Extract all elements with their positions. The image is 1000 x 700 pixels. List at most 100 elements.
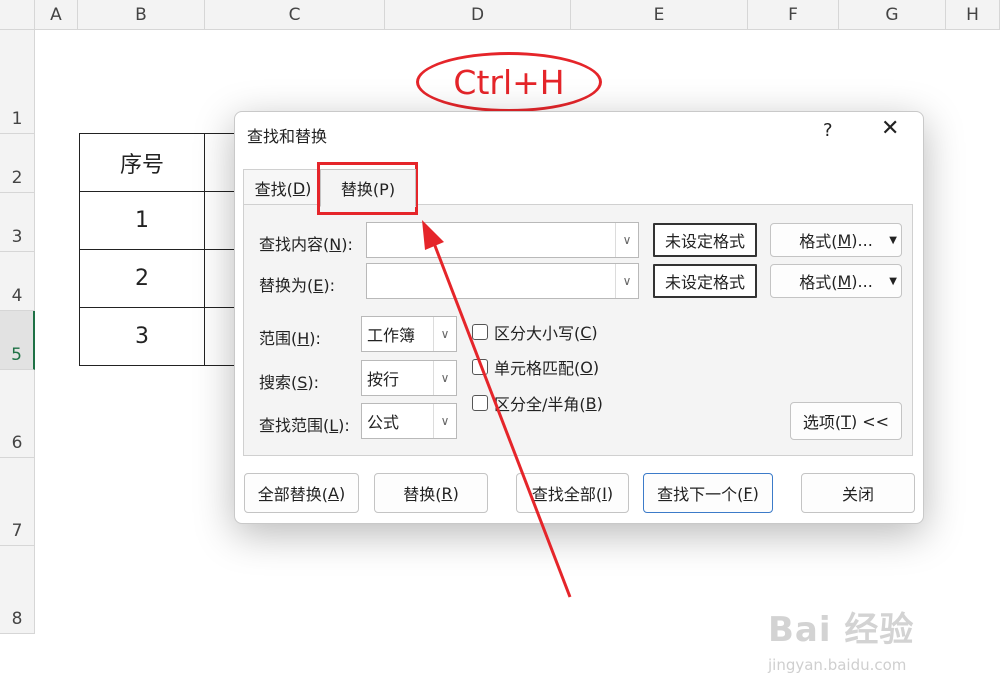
- find-all-end: ): [606, 483, 614, 503]
- match-width-key: B: [585, 393, 597, 413]
- match-cell-key: O: [580, 357, 593, 377]
- checkbox-box[interactable]: [472, 324, 488, 340]
- search-label-end: ):: [307, 373, 320, 392]
- row-header-8[interactable]: 8: [0, 546, 35, 634]
- match-width-checkbox[interactable]: 区分全/半角(B): [472, 391, 603, 415]
- match-case-key: C: [580, 322, 592, 342]
- replace-all-end: ): [338, 483, 346, 503]
- format-button-end: )...: [851, 230, 873, 250]
- tab-replace-label: 替换(P): [340, 180, 396, 199]
- search-key: S: [297, 373, 308, 392]
- format-button-end: )...: [851, 271, 873, 291]
- table-row: 1: [79, 191, 246, 250]
- options-button-key: T: [841, 411, 851, 431]
- find-next-end: ): [752, 483, 759, 503]
- match-width-end: ): [596, 393, 603, 413]
- row-header-4[interactable]: 4: [0, 252, 35, 311]
- tab-find-label: 查找(: [254, 180, 293, 199]
- format-button-key: M: [837, 230, 852, 250]
- search-value: 按行: [367, 370, 400, 389]
- close-button[interactable]: 关闭: [801, 473, 915, 513]
- find-what-key: N: [329, 235, 342, 254]
- chevron-down-icon[interactable]: ∨: [615, 264, 638, 298]
- find-next-key: F: [743, 483, 753, 503]
- chevron-down-icon[interactable]: ∨: [433, 404, 456, 438]
- tab-bar: 查找(D) 替换(P): [243, 169, 915, 207]
- replace-format-button[interactable]: 格式(M)... ▼: [770, 264, 902, 298]
- options-button-text: 选项(: [802, 413, 842, 432]
- row-header-3[interactable]: 3: [0, 193, 35, 252]
- replace-all-key: A: [328, 483, 339, 503]
- replace-end: ): [452, 483, 459, 503]
- column-header-e[interactable]: E: [571, 0, 748, 30]
- row-header-6[interactable]: 6: [0, 370, 35, 458]
- replace-with-label-text: 替换为(: [259, 276, 314, 295]
- find-what-input[interactable]: ∨: [366, 222, 639, 258]
- look-in-select[interactable]: 公式 ∨: [361, 403, 457, 439]
- replace-with-key: E: [313, 276, 324, 295]
- row-header-1[interactable]: 1: [0, 30, 35, 134]
- select-all-corner[interactable]: [0, 0, 35, 30]
- options-button[interactable]: 选项(T) <<: [790, 402, 902, 440]
- dropdown-triangle-icon: ▼: [889, 234, 897, 246]
- find-all-button[interactable]: 查找全部(I): [516, 473, 629, 513]
- replace-with-input[interactable]: ∨: [366, 263, 639, 299]
- find-next-text: 查找下一个(: [657, 485, 744, 504]
- tab-find[interactable]: 查找(D): [243, 169, 323, 206]
- match-cell-end: ): [592, 357, 600, 377]
- replace-button[interactable]: 替换(R): [374, 473, 488, 513]
- column-header-c[interactable]: C: [205, 0, 385, 30]
- column-header-g[interactable]: G: [839, 0, 946, 30]
- table-cell[interactable]: 3: [79, 307, 205, 366]
- column-header-b[interactable]: B: [78, 0, 205, 30]
- checkbox-box[interactable]: [472, 395, 488, 411]
- row-header-5[interactable]: 5: [0, 311, 35, 370]
- find-format-preview: 未设定格式: [653, 223, 757, 257]
- search-label-text: 搜索(: [259, 373, 298, 392]
- column-header-h[interactable]: H: [946, 0, 1000, 30]
- column-header-d[interactable]: D: [385, 0, 571, 30]
- format-button-key: M: [837, 271, 852, 291]
- checkbox-box[interactable]: [472, 359, 488, 375]
- find-next-button[interactable]: 查找下一个(F): [643, 473, 773, 513]
- format-button-text: 格式(: [799, 273, 838, 292]
- table-cell[interactable]: 序号: [79, 133, 205, 192]
- row-header-2[interactable]: 2: [0, 134, 35, 193]
- table-cell[interactable]: 1: [79, 191, 205, 250]
- find-what-label-end: ):: [341, 235, 353, 254]
- replace-all-text: 全部替换(: [257, 485, 329, 504]
- match-cell-checkbox[interactable]: 单元格匹配(O): [472, 355, 599, 379]
- find-what-label-text: 查找内容(: [259, 235, 330, 254]
- look-in-value: 公式: [367, 413, 400, 432]
- chevron-down-icon[interactable]: ∨: [433, 361, 456, 395]
- column-header-a[interactable]: A: [35, 0, 78, 30]
- match-case-checkbox[interactable]: 区分大小写(C): [472, 320, 598, 344]
- table-cell[interactable]: 2: [79, 249, 205, 308]
- find-all-text: 查找全部(: [531, 485, 603, 504]
- tab-find-key: D: [292, 178, 306, 198]
- chevron-down-icon[interactable]: ∨: [615, 223, 638, 257]
- replace-with-label: 替换为(E):: [259, 272, 335, 296]
- find-format-button[interactable]: 格式(M)... ▼: [770, 223, 902, 257]
- search-select[interactable]: 按行 ∨: [361, 360, 457, 396]
- column-header-f[interactable]: F: [748, 0, 839, 30]
- within-label-end: ):: [309, 329, 321, 348]
- hotkey-annotation: Ctrl+H: [416, 52, 602, 112]
- look-in-label-text: 查找范围(: [259, 416, 330, 435]
- chevron-down-icon[interactable]: ∨: [433, 317, 456, 351]
- help-icon[interactable]: ?: [823, 120, 833, 141]
- within-select[interactable]: 工作簿 ∨: [361, 316, 457, 352]
- close-icon[interactable]: ✕: [881, 116, 899, 141]
- row-header-7[interactable]: 7: [0, 458, 35, 546]
- match-case-text: 区分大小写(: [494, 324, 581, 343]
- within-label-text: 范围(: [259, 329, 298, 348]
- tab-replace[interactable]: 替换(P): [320, 169, 416, 207]
- match-width-text: 区分全/半角(: [494, 395, 586, 414]
- within-key: H: [297, 329, 310, 348]
- replace-all-button[interactable]: 全部替换(A): [244, 473, 359, 513]
- table-row: 序号: [79, 133, 246, 192]
- find-replace-dialog: 查找和替换 ? ✕ 查找(D) 替换(P) 查找内容(N): ∨ 未设定格式 格…: [234, 111, 924, 524]
- look-in-key: L: [329, 416, 339, 435]
- replace-text: 替换(: [403, 485, 442, 504]
- match-case-end: ): [591, 322, 598, 342]
